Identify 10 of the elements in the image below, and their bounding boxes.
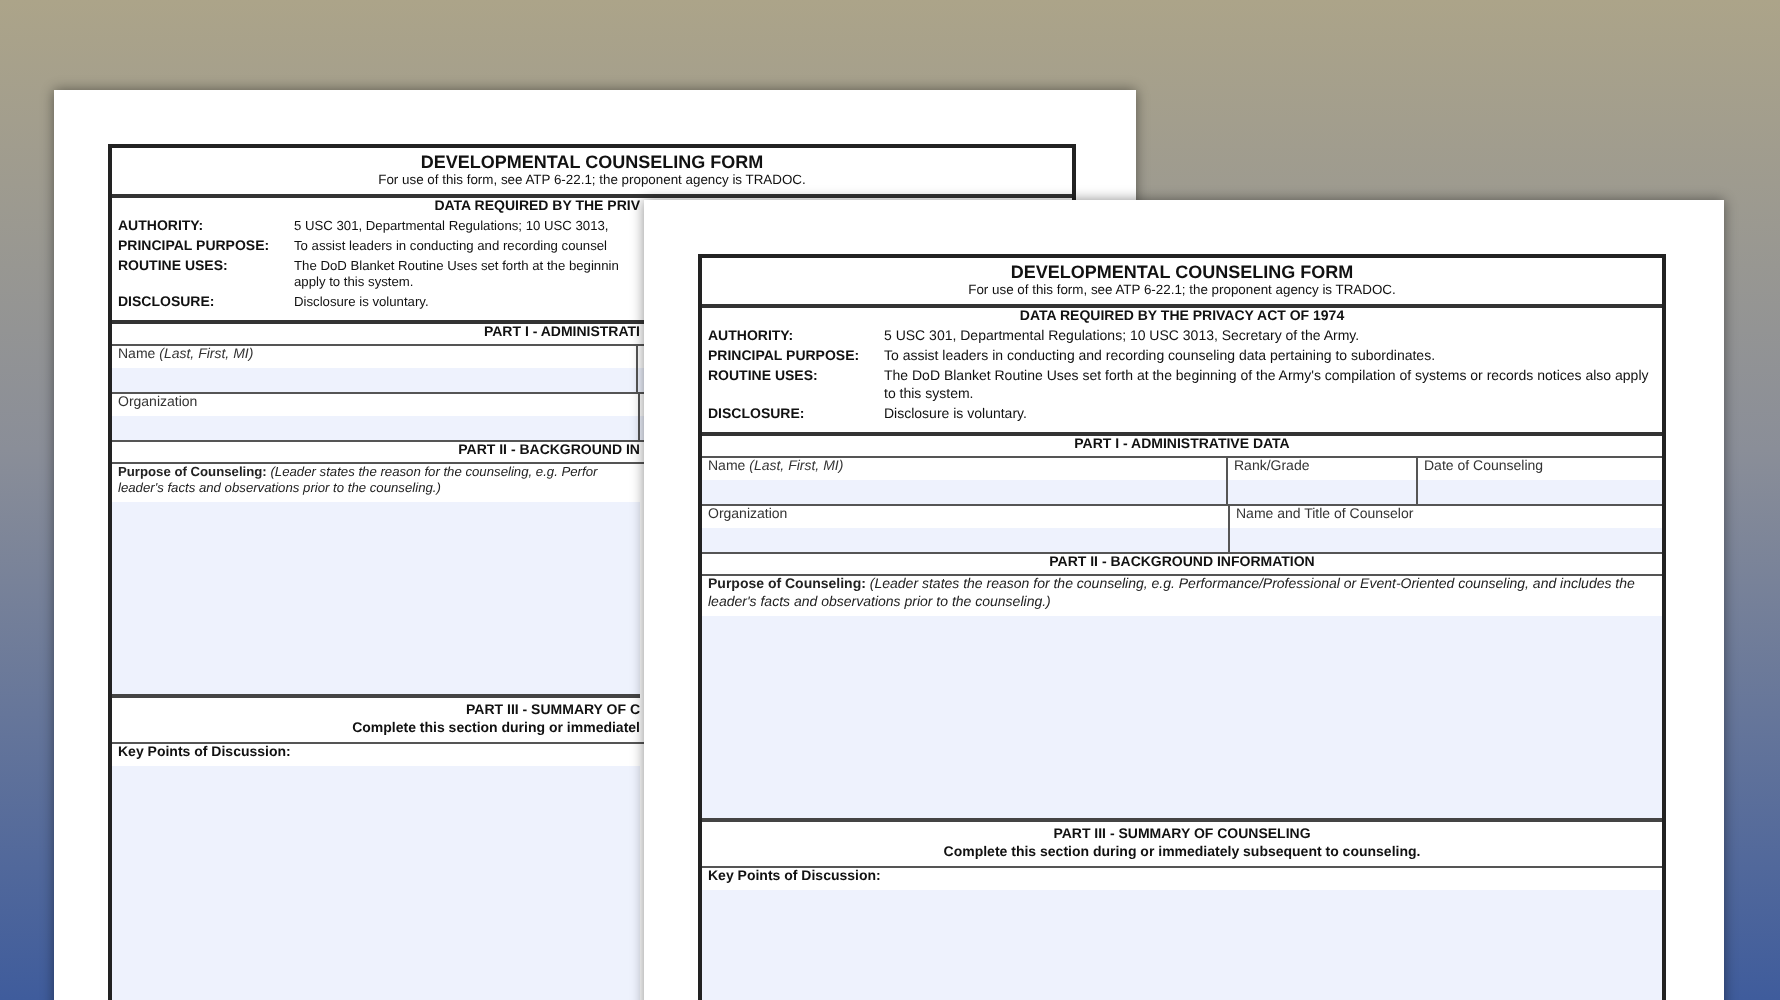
input-field[interactable] [702,528,1228,553]
form-title: DEVELOPMENTAL COUNSELING FORM [418,152,766,174]
input-field[interactable] [1230,528,1662,553]
input-field[interactable] [1418,480,1662,505]
input-field[interactable] [112,416,638,441]
input-field[interactable] [112,368,636,393]
input-field[interactable] [702,480,1226,505]
form-title: DEVELOPMENTAL COUNSELING FORM [1008,262,1356,284]
input-field[interactable] [1228,480,1416,505]
text-area[interactable] [112,502,640,699]
